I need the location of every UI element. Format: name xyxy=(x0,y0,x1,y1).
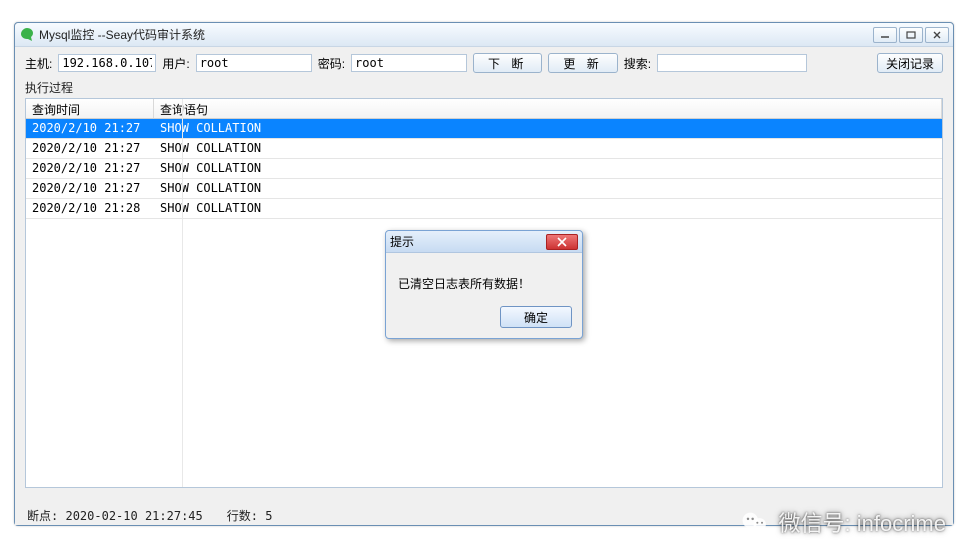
close-log-button[interactable]: 关闭记录 xyxy=(877,53,943,73)
host-label: 主机: xyxy=(25,55,52,72)
minimize-button[interactable] xyxy=(873,27,897,43)
cell-query: SHOW COLLATION xyxy=(154,179,942,198)
window-title: Mysql监控 --Seay代码审计系统 xyxy=(39,26,873,43)
toolbar: 主机: 用户: 密码: 下 断 更 新 搜索: 关闭记录 xyxy=(15,47,953,79)
search-input[interactable] xyxy=(657,54,807,72)
cell-query: SHOW COLLATION xyxy=(154,199,942,218)
refresh-button[interactable]: 更 新 xyxy=(548,53,617,73)
column-separator xyxy=(182,99,183,487)
dialog-title: 提示 xyxy=(390,233,546,250)
statusbar: 断点: 2020-02-10 21:27:45 行数: 5 xyxy=(15,505,953,525)
table-row[interactable]: 2020/2/10 21:27SHOW COLLATION xyxy=(26,179,942,199)
dialog-close-button[interactable] xyxy=(546,234,578,250)
cell-query: SHOW COLLATION xyxy=(154,119,942,138)
maximize-button[interactable] xyxy=(899,27,923,43)
group-label: 执行过程 xyxy=(15,79,953,98)
user-input[interactable] xyxy=(196,54,312,72)
message-dialog: 提示 已清空日志表所有数据！ 确定 xyxy=(385,230,583,339)
dialog-ok-button[interactable]: 确定 xyxy=(500,306,572,328)
app-icon xyxy=(19,27,35,43)
password-input[interactable] xyxy=(351,54,467,72)
status-rows: 行数: 5 xyxy=(227,507,273,524)
col-query[interactable]: 查询语句 xyxy=(154,99,942,118)
table-header: 查询时间 查询语句 xyxy=(26,99,942,119)
cell-time: 2020/2/10 21:27 xyxy=(26,179,154,198)
cell-query: SHOW COLLATION xyxy=(154,159,942,178)
table-body: 2020/2/10 21:27SHOW COLLATION2020/2/10 2… xyxy=(26,119,942,219)
search-label: 搜索: xyxy=(624,55,651,72)
cell-time: 2020/2/10 21:27 xyxy=(26,139,154,158)
cell-time: 2020/2/10 21:27 xyxy=(26,159,154,178)
titlebar: Mysql监控 --Seay代码审计系统 xyxy=(15,23,953,47)
dialog-message: 已清空日志表所有数据！ xyxy=(386,253,582,306)
password-label: 密码: xyxy=(318,55,345,72)
cell-time: 2020/2/10 21:28 xyxy=(26,199,154,218)
cell-query: SHOW COLLATION xyxy=(154,139,942,158)
table-row[interactable]: 2020/2/10 21:27SHOW COLLATION xyxy=(26,139,942,159)
close-button[interactable] xyxy=(925,27,949,43)
table-row[interactable]: 2020/2/10 21:27SHOW COLLATION xyxy=(26,119,942,139)
col-time[interactable]: 查询时间 xyxy=(26,99,154,118)
break-button[interactable]: 下 断 xyxy=(473,53,542,73)
dialog-titlebar: 提示 xyxy=(386,231,582,253)
dialog-buttons: 确定 xyxy=(386,306,582,338)
table-row[interactable]: 2020/2/10 21:28SHOW COLLATION xyxy=(26,199,942,219)
table-row[interactable]: 2020/2/10 21:27SHOW COLLATION xyxy=(26,159,942,179)
user-label: 用户: xyxy=(162,55,189,72)
window-controls xyxy=(873,27,949,43)
host-input[interactable] xyxy=(58,54,156,72)
cell-time: 2020/2/10 21:27 xyxy=(26,119,154,138)
status-breakpoint: 断点: 2020-02-10 21:27:45 xyxy=(27,507,203,524)
